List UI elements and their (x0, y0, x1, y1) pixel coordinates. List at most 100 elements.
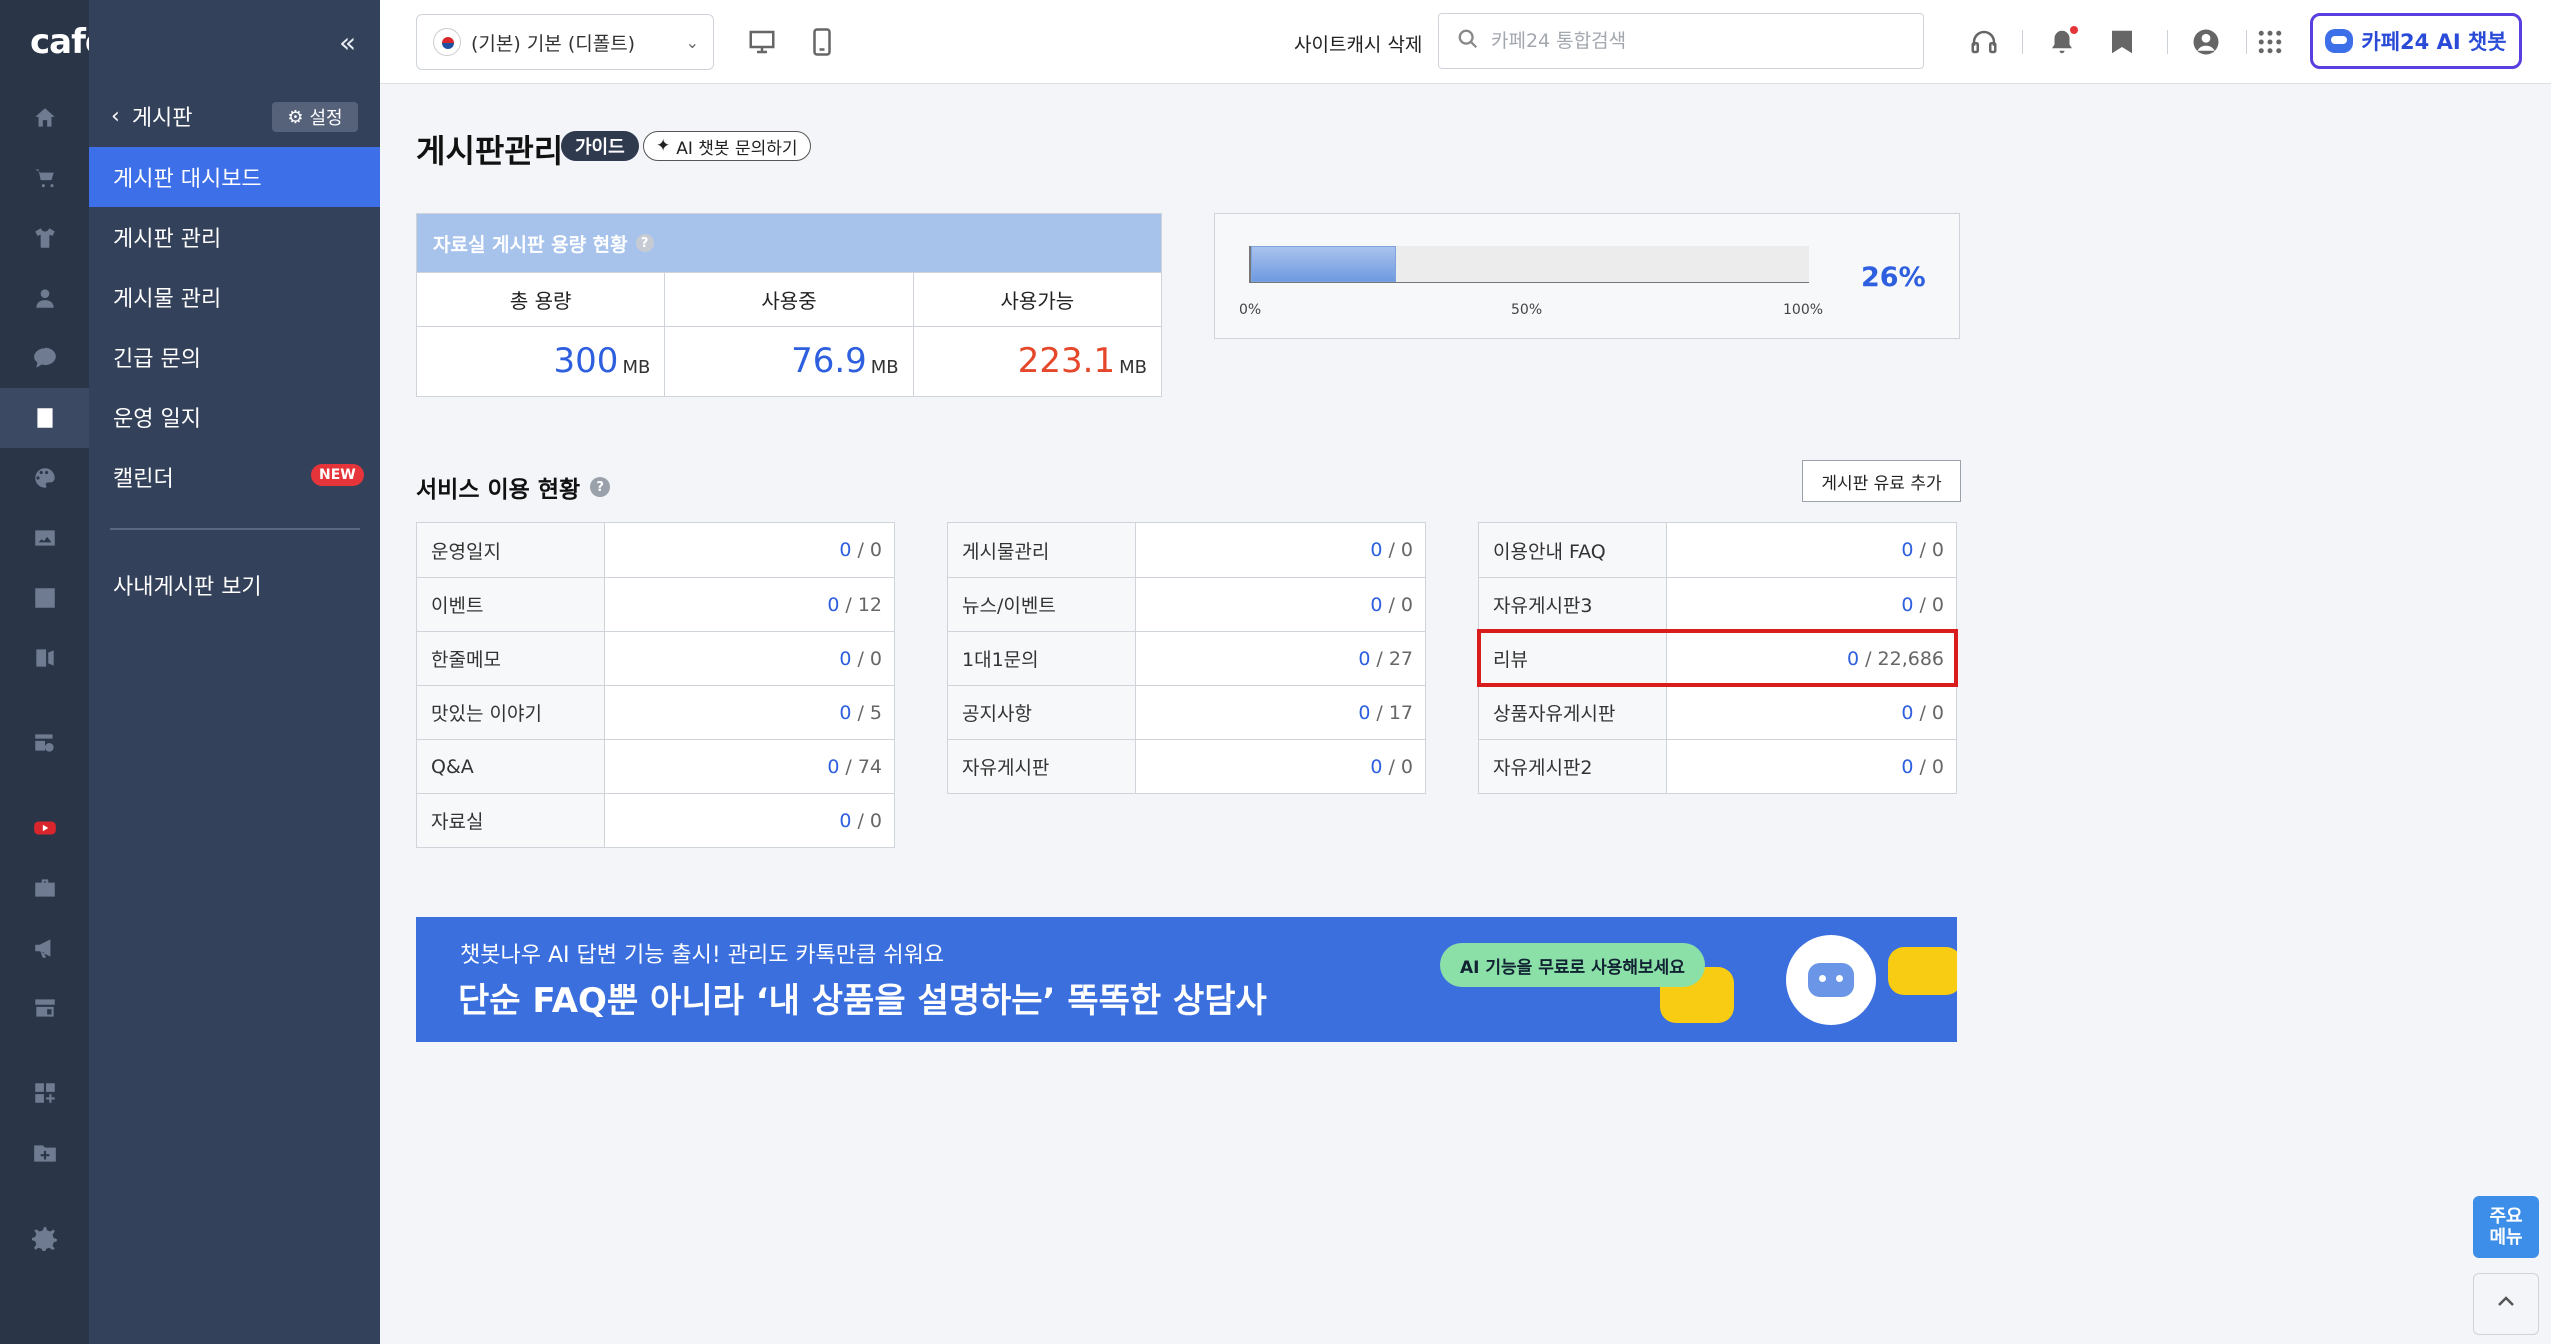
shop-settings-icon[interactable] (30, 728, 60, 758)
briefcase-icon[interactable] (30, 873, 60, 903)
bookmark-icon[interactable] (2104, 24, 2140, 60)
separator (2022, 30, 2023, 54)
collapse-sidebar-icon[interactable]: « (339, 26, 356, 59)
banner-subtitle: 챗봇나우 AI 답변 기능 출시! 관리도 카톡만큼 쉬워요 (460, 943, 945, 968)
home-icon[interactable] (30, 103, 60, 133)
service-name: 리뷰 (1479, 632, 1667, 685)
shop-select[interactable]: (기본) 기본 (디폴트) ⌄ (416, 14, 714, 70)
search-input[interactable] (1491, 30, 1891, 52)
sidebar-item-operation-log[interactable]: 운영 일지 (89, 387, 380, 447)
site-cache-delete-link[interactable]: 사이트캐시 삭제 (1294, 30, 1422, 57)
stats-icon[interactable] (30, 583, 60, 613)
total-count: 74 (857, 755, 882, 778)
main-menu-label: 주요 메뉴 (2489, 1206, 2523, 1248)
service-row: Q&A 0/74 (417, 739, 894, 793)
sidebar-item-internal-board[interactable]: 사내게시판 보기 (89, 555, 380, 615)
back-label: 게시판 (131, 106, 193, 131)
total-count: 0 (869, 809, 882, 832)
search-icon (1457, 28, 1479, 54)
palette-icon[interactable] (30, 463, 60, 493)
sidebar-item-dashboard[interactable]: 게시판 대시보드 (89, 147, 380, 207)
apps-add-icon[interactable] (30, 1078, 60, 1108)
sidebar-item-label: 게시물 관리 (113, 287, 222, 312)
service-row: 게시물관리 0/0 (948, 523, 1425, 577)
sidebar-item-board-manage[interactable]: 게시판 관리 (89, 207, 380, 267)
service-count: 0/0 (1667, 578, 1956, 631)
add-paid-board-button[interactable]: 게시판 유료 추가 (1802, 460, 1961, 502)
service-row: 리뷰 0/22,686 (1477, 629, 1958, 687)
board-icon[interactable] (0, 388, 89, 448)
slash-separator: / (1865, 647, 1872, 670)
used-capacity-value: 76.9 (791, 341, 867, 381)
store-icon[interactable] (30, 993, 60, 1023)
headset-icon[interactable] (1966, 24, 2002, 60)
main-menu-button[interactable]: 주요 메뉴 (2473, 1196, 2539, 1258)
service-name: 자유게시판 (948, 740, 1136, 793)
sidebar-item-label: 사내게시판 보기 (113, 575, 262, 600)
total-capacity-value: 300 (553, 341, 619, 381)
sidebar-item-post-manage[interactable]: 게시물 관리 (89, 267, 380, 327)
sidebar-item-label: 게시판 대시보드 (113, 167, 262, 192)
help-icon[interactable]: ? (590, 477, 611, 497)
service-count: 0/0 (605, 632, 894, 685)
separator (2167, 30, 2168, 54)
folder-add-icon[interactable] (30, 1138, 60, 1168)
used-count: 0 (1358, 701, 1371, 724)
main-content: 게시판관리 가이드 ✦ AI 챗봇 문의하기 자료실 게시판 용량 현황 ? 총… (380, 84, 2551, 1344)
storage-columns: 총 용량 사용중 사용가능 (417, 272, 1161, 326)
global-search[interactable] (1438, 13, 1924, 69)
service-row: 자유게시판 0/0 (948, 739, 1425, 793)
total-count: 0 (1931, 701, 1944, 724)
chevron-up-icon (2494, 1290, 2518, 1318)
user-icon[interactable] (30, 283, 60, 313)
board-settings-button[interactable]: ⚙ 설정 (272, 102, 358, 132)
mobile-icon[interactable] (804, 24, 840, 60)
sidebar-item-calendar[interactable]: 캘린더 NEW (89, 447, 380, 507)
used-count: 0 (827, 755, 840, 778)
service-count: 0/12 (605, 578, 894, 631)
megaphone-icon[interactable] (30, 933, 60, 963)
total-count: 12 (857, 593, 882, 616)
service-count: 0/5 (605, 686, 894, 739)
help-icon[interactable]: ? (635, 234, 654, 252)
cart-icon[interactable] (30, 163, 60, 193)
total-count: 0 (1400, 539, 1413, 561)
promo-banner[interactable]: 챗봇나우 AI 답변 기능 출시! 관리도 카톡만큼 쉬워요 단순 FAQ뿐 아… (416, 917, 1957, 1042)
apps-grid-icon[interactable] (2252, 24, 2288, 60)
gear-icon[interactable] (30, 1223, 60, 1253)
service-table-1: 운영일지 0/0 이벤트 0/12 한줄메모 0/0 맛있는 이야기 0/5 Q&A 0/74 자료… (416, 522, 895, 848)
service-row: 자유게시판3 0/0 (1479, 577, 1956, 631)
service-name: 자유게시판3 (1479, 578, 1667, 631)
service-row: 자료실 0/0 (417, 793, 894, 847)
service-name: 뉴스/이벤트 (948, 578, 1136, 631)
slash-separator: / (857, 647, 864, 670)
available-capacity: 223.1 MB (912, 327, 1161, 396)
tshirt-icon[interactable] (30, 223, 60, 253)
total-count: 17 (1388, 701, 1413, 724)
image-icon[interactable] (30, 523, 60, 553)
unit-label: MB (1119, 357, 1147, 378)
separator (2246, 30, 2247, 54)
desktop-icon[interactable] (744, 24, 780, 60)
service-name: 게시물관리 (948, 523, 1136, 577)
bell-icon[interactable] (2044, 24, 2080, 60)
ai-chatbot-button[interactable]: 카페24 AI 챗봇 (2310, 13, 2522, 69)
back-to-board-link[interactable]: ‹ 게시판 (111, 100, 193, 132)
sidebar-item-urgent-inquiry[interactable]: 긴급 문의 (89, 327, 380, 387)
settings-label: 설정 (309, 108, 343, 129)
service-name: 상품자유게시판 (1479, 686, 1667, 739)
total-count: 27 (1388, 647, 1413, 670)
slash-separator: / (1919, 701, 1926, 724)
chat-icon[interactable] (30, 343, 60, 373)
service-row: 이벤트 0/12 (417, 577, 894, 631)
guide-button[interactable]: 가이드 (561, 131, 639, 161)
banner-cta-button[interactable]: AI 기능을 무료로 사용해보세요 (1440, 943, 1705, 987)
promo-icon[interactable] (30, 643, 60, 673)
youtube-icon[interactable] (30, 813, 60, 843)
account-icon[interactable] (2188, 24, 2224, 60)
scroll-top-button[interactable] (2473, 1273, 2539, 1335)
page-title: 게시판관리 (416, 132, 564, 170)
slash-separator: / (857, 539, 864, 561)
ai-chat-inquiry-button[interactable]: ✦ AI 챗봇 문의하기 (643, 131, 811, 161)
gauge-tick-label: 50% (1511, 302, 1543, 318)
